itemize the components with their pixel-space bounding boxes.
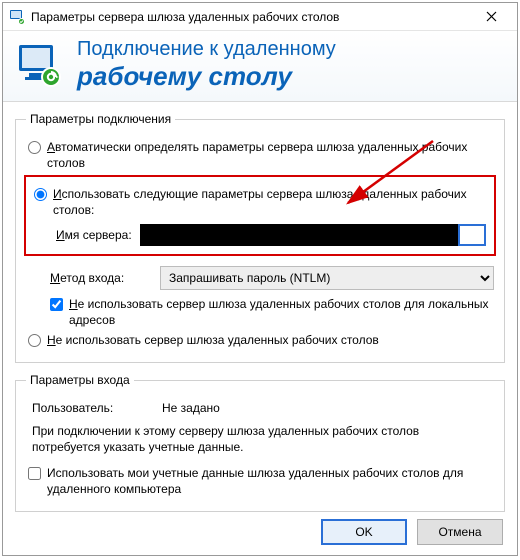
server-name-input[interactable] <box>458 224 486 246</box>
logon-method-label: Метод входа: <box>50 271 160 285</box>
close-button[interactable] <box>471 4 511 30</box>
share-credentials-row: Использовать мои учетные данные шлюза уд… <box>28 465 494 497</box>
connection-settings-legend: Параметры подключения <box>26 112 175 126</box>
logon-method-select[interactable]: Запрашивать пароль (NTLM) <box>160 266 494 290</box>
radio-auto-detect-label[interactable]: Автоматически определять параметры серве… <box>47 139 494 171</box>
checkbox-bypass-local[interactable] <box>50 298 63 311</box>
annotation-highlight-box: Использовать следующие параметры сервера… <box>24 175 496 256</box>
window-title: Параметры сервера шлюза удаленных рабочи… <box>31 10 471 24</box>
title-bar: Параметры сервера шлюза удаленных рабочи… <box>3 3 517 31</box>
logon-settings-group: Параметры входа Пользователь: Не задано … <box>15 373 505 512</box>
cancel-button[interactable]: Отмена <box>417 519 503 545</box>
logon-method-row: Метод входа: Запрашивать пароль (NTLM) <box>50 266 494 290</box>
radio-use-these-settings[interactable] <box>34 188 47 201</box>
checkbox-share-credentials[interactable] <box>28 467 41 480</box>
radio-manual-row: Использовать следующие параметры сервера… <box>34 186 486 218</box>
radio-do-not-use[interactable] <box>28 334 41 347</box>
connection-settings-group: Параметры подключения Автоматически опре… <box>15 112 505 363</box>
close-icon <box>486 11 497 22</box>
radio-use-these-settings-label[interactable]: Использовать следующие параметры сервера… <box>53 186 486 218</box>
radio-auto-row: Автоматически определять параметры серве… <box>28 139 494 171</box>
bypass-local-row: Не использовать сервер шлюза удаленных р… <box>50 296 494 328</box>
server-name-row: Имя сервера: <box>56 224 486 246</box>
rdp-small-icon <box>9 9 25 25</box>
user-row: Пользователь: Не задано <box>32 401 494 415</box>
logon-settings-legend: Параметры входа <box>26 373 134 387</box>
header-banner: Подключение к удаленному рабочему столу <box>3 31 517 102</box>
checkbox-share-credentials-label[interactable]: Использовать мои учетные данные шлюза уд… <box>47 465 494 497</box>
server-name-label: Имя сервера: <box>56 228 132 242</box>
header-line-1: Подключение к удаленному <box>77 37 336 61</box>
user-value: Не задано <box>162 401 220 415</box>
dialog-buttons: OK Отмена <box>321 519 503 545</box>
radio-none-row: Не использовать сервер шлюза удаленных р… <box>28 332 494 348</box>
header-line-2: рабочему столу <box>77 61 336 91</box>
server-name-redacted <box>140 224 458 246</box>
ok-button[interactable]: OK <box>321 519 407 545</box>
radio-do-not-use-label[interactable]: Не использовать сервер шлюза удаленных р… <box>47 332 494 348</box>
radio-auto-detect[interactable] <box>28 141 41 154</box>
rdp-large-icon <box>15 41 63 89</box>
checkbox-bypass-local-label[interactable]: Не использовать сервер шлюза удаленных р… <box>69 296 494 328</box>
credentials-note: При подключении к этому серверу шлюза уд… <box>32 423 488 455</box>
user-label: Пользователь: <box>32 401 162 415</box>
